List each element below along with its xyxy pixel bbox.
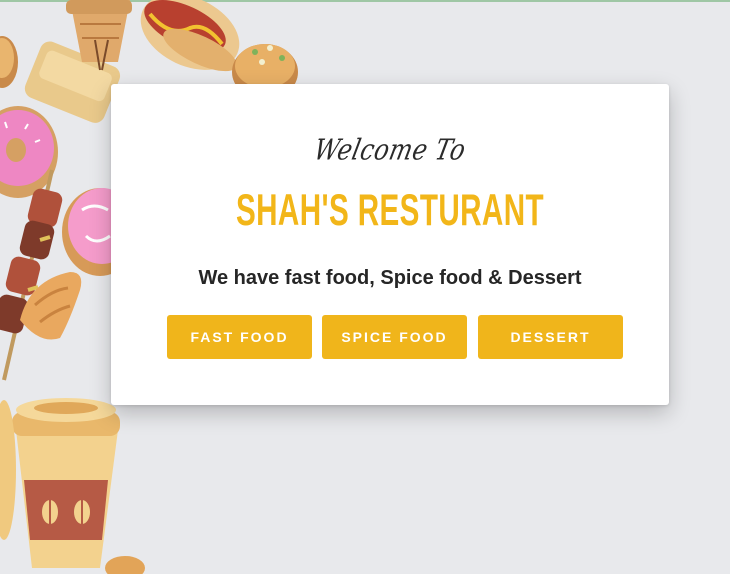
tagline: We have fast food, Spice food & Dessert: [198, 267, 582, 289]
welcome-card: Welcome To SHAH'S RESTURANT We have fast…: [111, 84, 669, 405]
coffee-cup-icon: [12, 398, 120, 568]
fast-food-button[interactable]: FAST FOOD: [167, 315, 312, 359]
kebab-skewer-icon: [0, 169, 63, 381]
menu-buttons: FAST FOOD SPICE FOOD DESSERT: [167, 315, 623, 359]
page: Welcome To SHAH'S RESTURANT We have fast…: [0, 0, 730, 574]
dessert-button[interactable]: DESSERT: [478, 315, 623, 359]
restaurant-name: SHAH'S RESTURANT: [235, 186, 545, 236]
welcome-text: Welcome To: [311, 133, 469, 167]
spice-food-button[interactable]: SPICE FOOD: [322, 315, 467, 359]
